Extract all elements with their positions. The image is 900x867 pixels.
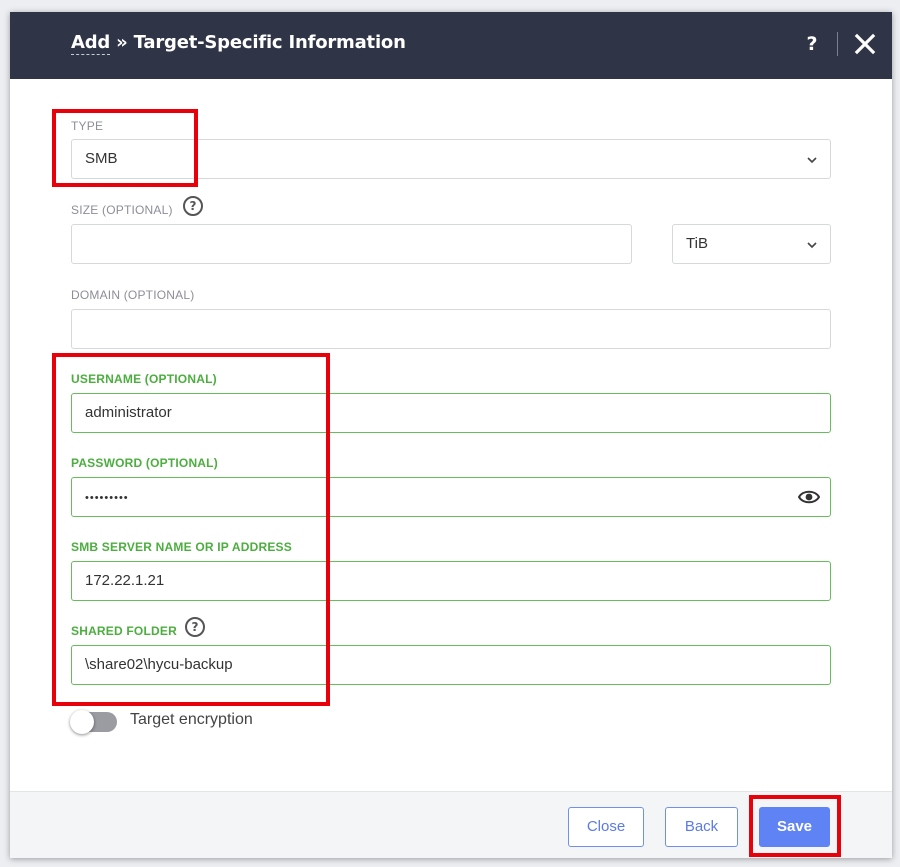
- chevron-down-icon: [807, 242, 817, 249]
- dialog-title: Add » Target-Specific Information: [71, 32, 406, 55]
- size-input[interactable]: [71, 224, 632, 264]
- save-button[interactable]: Save: [759, 807, 830, 847]
- breadcrumb-current: Target-Specific Information: [133, 32, 406, 53]
- breadcrumb-separator: »: [110, 32, 134, 53]
- toggle-knob: [70, 710, 94, 734]
- server-value: 172.22.1.21: [85, 572, 165, 589]
- chevron-down-icon: [807, 157, 817, 164]
- server-label: SMB SERVER NAME OR IP ADDRESS: [71, 540, 292, 554]
- close-icon[interactable]: [853, 32, 877, 56]
- size-unit-select[interactable]: TiB: [672, 224, 831, 264]
- size-input-box[interactable]: [85, 225, 631, 262]
- server-input[interactable]: 172.22.1.21: [71, 561, 831, 601]
- dialog-footer: Close Back Save: [10, 791, 892, 858]
- password-masked-value: •••••••••: [85, 492, 129, 504]
- size-help-icon[interactable]: ?: [183, 196, 203, 216]
- shared-folder-label: SHARED FOLDER: [71, 624, 177, 638]
- username-value: administrator: [85, 404, 172, 421]
- dialog-content: TYPE SMB SIZE (OPTIONAL) ? TiB DOMAIN (O…: [10, 79, 892, 791]
- password-input[interactable]: •••••••••: [71, 477, 831, 517]
- shared-folder-value: \share02\hycu-backup: [85, 656, 233, 673]
- eye-icon[interactable]: [798, 488, 820, 506]
- type-select-value: SMB: [85, 150, 118, 167]
- shared-folder-input[interactable]: \share02\hycu-backup: [71, 645, 831, 685]
- shared-folder-help-icon[interactable]: ?: [185, 617, 205, 637]
- size-unit-value: TiB: [686, 235, 708, 252]
- type-label: TYPE: [71, 119, 104, 133]
- domain-input[interactable]: [71, 309, 831, 349]
- username-input[interactable]: administrator: [71, 393, 831, 433]
- header-divider: [837, 32, 838, 56]
- encryption-toggle[interactable]: [70, 710, 117, 734]
- question-icon[interactable]: ?: [803, 31, 821, 57]
- dialog-header: Add » Target-Specific Information ?: [10, 12, 892, 79]
- domain-label: DOMAIN (OPTIONAL): [71, 288, 195, 302]
- username-label: USERNAME (OPTIONAL): [71, 372, 217, 386]
- back-button[interactable]: Back: [665, 807, 738, 847]
- add-target-dialog: Add » Target-Specific Information ? TYPE…: [10, 12, 892, 858]
- password-label: PASSWORD (OPTIONAL): [71, 456, 218, 470]
- breadcrumb-add-link[interactable]: Add: [71, 32, 110, 55]
- encryption-label: Target encryption: [130, 711, 253, 728]
- size-label: SIZE (OPTIONAL): [71, 203, 173, 217]
- domain-input-box[interactable]: [85, 310, 830, 347]
- close-button[interactable]: Close: [568, 807, 644, 847]
- type-select[interactable]: SMB: [71, 139, 831, 179]
